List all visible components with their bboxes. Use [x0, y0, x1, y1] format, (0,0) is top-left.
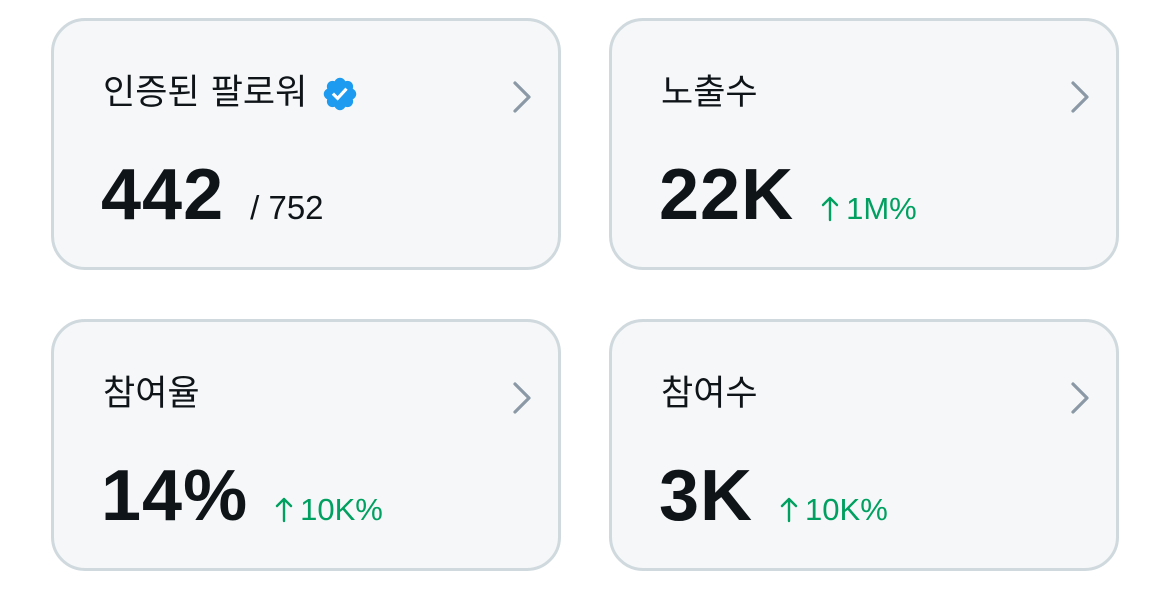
card-title: 참여수 [661, 374, 758, 414]
metric-value: 22K [659, 155, 795, 235]
metric-value: 442 [101, 155, 225, 235]
verified-badge-icon [324, 77, 357, 111]
metric-change-value: 1M% [846, 191, 917, 226]
metric-change-value: 10K% [805, 492, 888, 527]
metric-change-value: 10K% [300, 492, 383, 527]
card-title-row: 인증된 팔로워 [103, 71, 359, 115]
metric-change: 10K% [779, 492, 888, 528]
card-title-row: 참여율 [103, 372, 200, 416]
impressions-card[interactable]: 노출수 22K 1M% [609, 18, 1119, 270]
engagements-card[interactable]: 참여수 3K 10K% [609, 319, 1119, 571]
card-title: 인증된 팔로워 [103, 73, 308, 113]
card-title: 참여율 [103, 374, 200, 414]
card-title-row: 노출수 [661, 71, 758, 115]
metric-value-row: 22K 1M% [659, 155, 917, 235]
metric-value: 3K [659, 456, 754, 536]
verified-followers-card[interactable]: 인증된 팔로워 442 / 752 [51, 18, 561, 270]
arrow-up-icon [275, 497, 293, 523]
metric-value: 14% [101, 456, 249, 536]
metric-value-row: 442 / 752 [101, 155, 324, 235]
card-title: 노출수 [661, 73, 758, 113]
arrow-up-icon [780, 497, 798, 523]
card-title-row: 참여수 [661, 372, 758, 416]
metric-change: 10K% [274, 492, 383, 528]
arrow-up-icon [821, 196, 839, 222]
engagement-rate-card[interactable]: 참여율 14% 10K% [51, 319, 561, 571]
metric-value-row: 14% 10K% [101, 456, 383, 536]
metric-total: / 752 [250, 189, 324, 226]
chevron-right-icon[interactable] [1068, 77, 1092, 117]
metric-value-row: 3K 10K% [659, 456, 888, 536]
chevron-right-icon[interactable] [510, 77, 534, 117]
chevron-right-icon[interactable] [1068, 378, 1092, 418]
metric-change: 1M% [820, 191, 917, 227]
analytics-card-grid: 인증된 팔로워 442 / 752 노출수 22K 1M% 참여율 14% 10… [0, 0, 1170, 610]
chevron-right-icon[interactable] [510, 378, 534, 418]
